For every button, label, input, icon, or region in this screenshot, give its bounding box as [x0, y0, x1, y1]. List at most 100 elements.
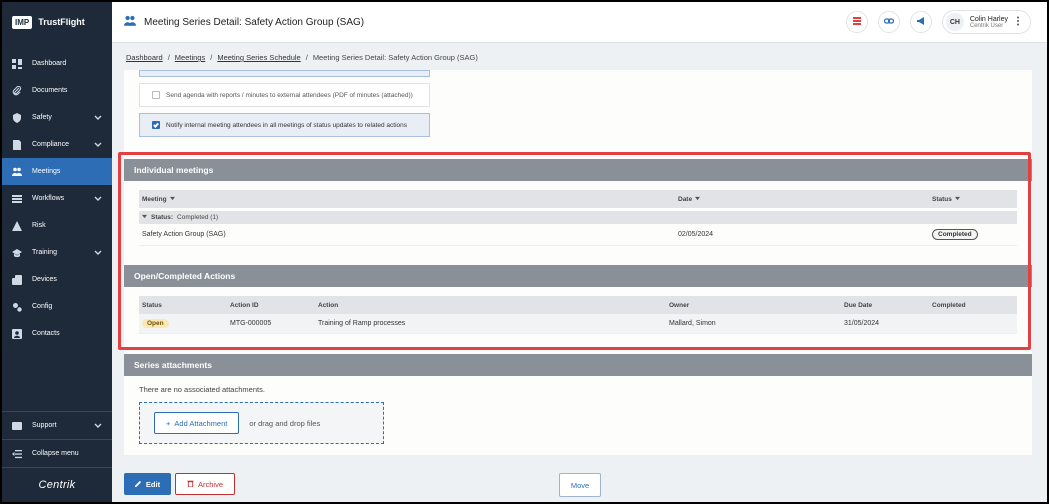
sidebar-item-documents[interactable]: Documents [2, 77, 112, 104]
table-row[interactable]: Open MTG-000005 Training of Ramp process… [139, 314, 1017, 334]
attachment-dropzone[interactable]: + Add Attachment or drag and drop files [139, 402, 384, 444]
column-status[interactable]: Status [929, 196, 1017, 203]
sidebar-item-label: Dashboard [32, 60, 67, 67]
column-status[interactable]: Status [139, 302, 227, 309]
megaphone-icon [916, 16, 926, 28]
sidebar-item-contacts[interactable]: Contacts [2, 320, 112, 347]
user-info: Colin Harley Centrik User [970, 16, 1008, 29]
user-role: Centrik User [969, 22, 1004, 29]
stack-icon [852, 16, 862, 28]
user-menu[interactable]: CH Colin Harley Centrik User [941, 10, 1031, 34]
actions-header: Open/Completed Actions [124, 265, 1032, 287]
table-header: Meeting Date Status [139, 190, 1017, 208]
page-title-text: Meeting Series Detail: Safety Action Gro… [144, 16, 365, 28]
caret-down-icon [169, 196, 175, 203]
column-action[interactable]: Action [315, 302, 666, 309]
group-value: Completed (1) [177, 214, 219, 221]
brand[interactable]: IMP TrustFlight [2, 2, 112, 42]
sidebar-item-label: Config [32, 303, 53, 310]
sidebar-item-label: Training [32, 249, 58, 256]
sidebar-item-label: Contacts [32, 330, 60, 337]
sidebar-item-safety[interactable]: Safety [2, 104, 112, 131]
archive-label: Archive [197, 479, 223, 489]
sidebar-item-dashboard[interactable]: Dashboard [2, 50, 112, 77]
sidebar-item-risk[interactable]: Risk [2, 212, 112, 239]
sidebar-item-label: Support [32, 422, 57, 429]
breadcrumb-meeting-series-schedule[interactable]: Meeting Series Schedule [217, 53, 300, 62]
sidebar-item-support[interactable]: Support [2, 412, 112, 439]
add-attachment-label: Add Attachment [174, 418, 228, 428]
send-agenda-label: Send agenda with reports / minutes to ex… [166, 91, 413, 99]
chevron-down-icon [94, 140, 102, 150]
column-label: Date [678, 195, 693, 203]
page-title: Meeting Series Detail: Safety Action Gro… [112, 15, 364, 30]
archive-button[interactable]: Archive [175, 473, 235, 495]
centrik-logo: Centrik [38, 479, 76, 491]
group-row-completed[interactable]: Status: Completed (1) [139, 211, 1017, 224]
column-date[interactable]: Date [675, 196, 929, 203]
sidebar-item-label: Workflows [32, 195, 65, 202]
send-agenda-option[interactable]: Send agenda with reports / minutes to ex… [139, 83, 430, 107]
workflow-icon [12, 194, 22, 204]
notify-internal-checkbox[interactable] [152, 121, 160, 129]
series-attachments-header: Series attachments [124, 354, 1032, 376]
owner-cell: Mallard, Simon [669, 320, 716, 327]
actions-table: Status Action ID Action Owner Due Date C… [139, 296, 1017, 334]
column-label: Status [932, 195, 952, 203]
notify-internal-option[interactable]: Notify internal meeting attendees in all… [139, 113, 430, 137]
breadcrumb-dashboard[interactable]: Dashboard [126, 53, 163, 62]
link-button[interactable] [877, 11, 900, 33]
chevron-down-icon [94, 421, 102, 431]
column-owner[interactable]: Owner [666, 302, 841, 309]
collapse-menu-button[interactable]: Collapse menu [2, 440, 112, 467]
sidebar-item-label: Devices [32, 276, 57, 283]
edit-button[interactable]: Edit [124, 473, 171, 495]
sidebar-item-meetings[interactable]: Meetings [2, 158, 112, 185]
chevron-down-icon [94, 113, 102, 123]
date-cell: 02/05/2024 [678, 231, 714, 238]
column-due-date[interactable]: Due Date [841, 302, 929, 309]
send-agenda-checkbox[interactable] [152, 91, 160, 99]
add-attachment-button[interactable]: + Add Attachment [154, 412, 240, 434]
status-badge: Open [142, 319, 169, 328]
trash-icon [187, 480, 194, 489]
warning-icon [12, 220, 22, 231]
reports-button[interactable] [845, 11, 868, 33]
table-row[interactable]: Safety Action Group (SAG) 02/05/2024 Com… [139, 224, 1017, 246]
top-bar: Meeting Series Detail: Safety Action Gro… [112, 2, 1047, 43]
breadcrumb-meetings[interactable]: Meetings [175, 53, 205, 62]
sidebar-item-label: Collapse menu [32, 450, 79, 457]
kebab-menu-icon[interactable] [1014, 16, 1022, 28]
sidebar-item-config[interactable]: Config [2, 293, 112, 320]
no-attachments-text: There are no associated attachments. [139, 385, 265, 394]
due-date-cell: 31/05/2024 [844, 320, 880, 327]
config-icon [12, 302, 22, 312]
edit-label: Edit [145, 479, 161, 489]
column-action-id[interactable]: Action ID [227, 302, 315, 309]
sidebar: IMP TrustFlight Dashboard Documents Safe… [2, 2, 112, 502]
caret-down-icon [142, 214, 147, 221]
announcements-button[interactable] [909, 11, 932, 33]
brand-name: TrustFlight [38, 17, 85, 27]
sidebar-item-devices[interactable]: Devices [2, 266, 112, 293]
sidebar-item-compliance[interactable]: Compliance [2, 131, 112, 158]
move-button[interactable]: Move [559, 473, 601, 497]
breadcrumb-separator: / [210, 53, 213, 62]
plus-icon: + [166, 418, 171, 428]
option-box-partial [139, 70, 430, 77]
compliance-icon [12, 139, 22, 150]
meetings-icon [124, 15, 136, 30]
sidebar-item-training[interactable]: Training [2, 239, 112, 266]
column-meeting[interactable]: Meeting [139, 196, 675, 203]
column-completed[interactable]: Completed [929, 302, 1017, 309]
sidebar-item-label: Compliance [32, 141, 69, 148]
group-label: Status: [151, 214, 174, 221]
breadcrumb-separator: / [167, 53, 170, 62]
sidebar-item-workflows[interactable]: Workflows [2, 185, 112, 212]
status-cell: Open [139, 319, 227, 328]
dashboard-icon [12, 58, 22, 69]
main-content: Send agenda with reports / minutes to ex… [124, 70, 1032, 455]
notify-internal-label: Notify internal meeting attendees in all… [166, 121, 408, 129]
user-name: Colin Harley [969, 15, 1008, 23]
action-id-cell: MTG-000005 [230, 320, 272, 327]
